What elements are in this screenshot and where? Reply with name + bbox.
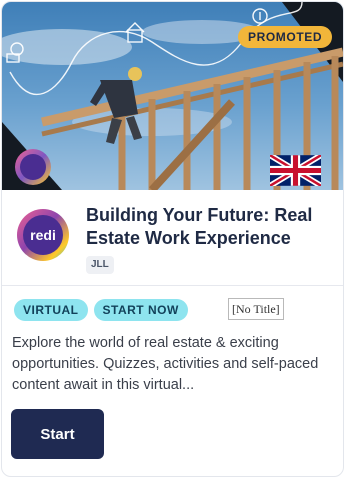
card-description: Explore the world of real estate & excit…	[12, 335, 319, 393]
tag-virtual: VIRTUAL	[14, 299, 88, 321]
start-button[interactable]: Start	[11, 409, 104, 459]
redi-logo-icon: redi	[17, 209, 69, 261]
promoted-badge: PROMOTED	[238, 26, 333, 48]
organisation-badge: JLL	[86, 256, 114, 274]
card-title[interactable]: Building Your Future: Real Estate Work E…	[86, 204, 336, 250]
divider	[2, 285, 343, 286]
tag-start-now: START NOW	[93, 299, 188, 321]
redi-logo-icon	[15, 149, 51, 185]
tag-list: VIRTUAL START NOW	[14, 299, 188, 321]
organisation-logo: redi	[16, 208, 70, 262]
opportunity-card[interactable]: PROMOTED redi Building Your Future: Real…	[1, 1, 344, 477]
logo-text: redi	[30, 227, 56, 243]
uk-flag-icon	[270, 155, 321, 186]
hero-image: PROMOTED	[2, 2, 343, 190]
no-title-placeholder: [No Title]	[228, 298, 284, 320]
